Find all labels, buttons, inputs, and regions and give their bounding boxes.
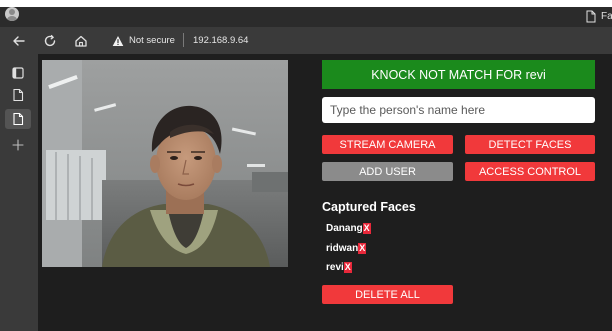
detect-faces-button[interactable]: DETECT FACES <box>465 135 595 154</box>
captured-face-item: ridwan X <box>326 243 367 254</box>
top-strip <box>0 0 612 7</box>
security-status-label[interactable]: Not secure <box>129 35 175 46</box>
captured-face-item: revi X <box>326 262 352 273</box>
captured-face-item: Danang X <box>326 223 371 234</box>
camera-stream-view <box>42 60 288 267</box>
tab-actions-icon[interactable] <box>11 66 25 80</box>
captured-faces-title: Captured Faces <box>322 200 416 214</box>
warning-triangle-icon[interactable] <box>112 35 124 47</box>
address-url[interactable]: 192.168.9.64 <box>193 35 248 46</box>
address-divider <box>183 33 184 47</box>
vertical-tab-page-icon[interactable] <box>11 88 25 102</box>
remove-face-button[interactable]: X <box>362 223 371 234</box>
browser-tab-bar: Fa <box>0 7 612 27</box>
delete-all-button[interactable]: DELETE ALL <box>322 285 453 304</box>
vertical-tab-page-active-icon[interactable] <box>11 112 25 126</box>
knock-status-banner: KNOCK NOT MATCH FOR revi <box>322 60 595 89</box>
captured-face-name: revi <box>326 262 344 273</box>
back-arrow-icon[interactable] <box>10 32 28 50</box>
stream-camera-button[interactable]: STREAM CAMERA <box>322 135 453 154</box>
captured-face-name: Danang <box>326 223 363 234</box>
tab-page-icon <box>586 10 596 23</box>
page-content: KNOCK NOT MATCH FOR revi STREAM CAMERA D… <box>38 54 612 331</box>
home-icon[interactable] <box>72 32 90 50</box>
person-name-input[interactable] <box>322 97 595 123</box>
refresh-icon[interactable] <box>41 32 59 50</box>
add-user-button[interactable]: ADD USER <box>322 162 453 181</box>
access-control-button[interactable]: ACCESS CONTROL <box>465 162 595 181</box>
camera-frame-image <box>42 60 288 267</box>
browser-sidebar <box>0 54 38 331</box>
remove-face-button[interactable]: X <box>358 243 367 254</box>
captured-face-name: ridwan <box>326 243 359 254</box>
remove-face-button[interactable]: X <box>343 262 352 273</box>
profile-avatar-icon[interactable] <box>5 7 19 21</box>
tab-title[interactable]: Fa <box>601 11 612 22</box>
new-tab-plus-icon[interactable] <box>11 138 25 152</box>
browser-toolbar: Not secure 192.168.9.64 <box>0 27 612 54</box>
